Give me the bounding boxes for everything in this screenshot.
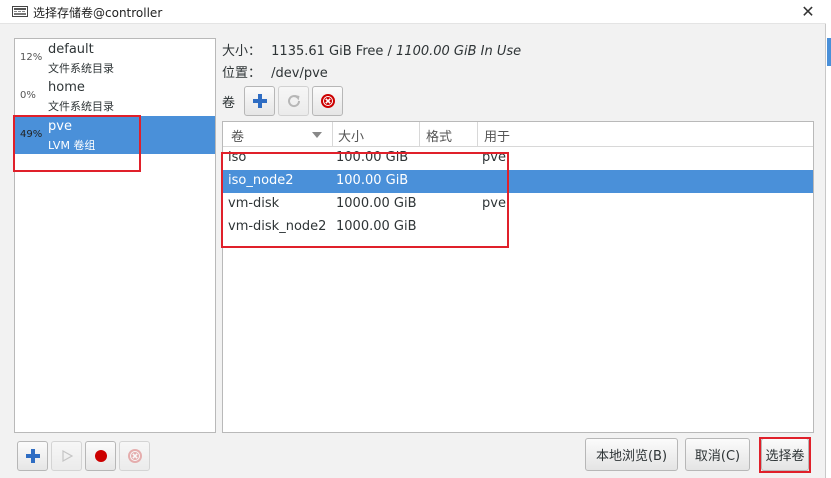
delete-pool-button[interactable] bbox=[119, 441, 150, 471]
background-selection bbox=[827, 38, 831, 66]
plus-icon bbox=[25, 449, 40, 463]
column-divider bbox=[332, 122, 333, 147]
pool-type: 文件系统目录 bbox=[48, 100, 114, 113]
column-divider bbox=[419, 122, 420, 147]
pool-location-line: 位置： /dev/pve bbox=[222, 62, 328, 81]
size-label: 大小： bbox=[222, 44, 262, 59]
column-divider bbox=[477, 122, 478, 147]
pool-item-pve[interactable]: 49% pve LVM 卷组 bbox=[15, 116, 215, 154]
add-pool-button[interactable] bbox=[17, 441, 48, 471]
pool-type: LVM 卷组 bbox=[48, 139, 96, 152]
volume-used-by: pve bbox=[482, 196, 506, 211]
volume-table[interactable]: 卷 大小 格式 用于 iso 100.00 GiB pve iso_node2 … bbox=[222, 121, 814, 433]
pool-usage-percent: 12% bbox=[20, 52, 43, 63]
volume-size: 1000.00 GiB bbox=[336, 196, 417, 211]
pool-item-home[interactable]: 0% home 文件系统目录 bbox=[15, 77, 215, 115]
pool-usage-percent: 0% bbox=[20, 90, 36, 101]
volume-name: iso bbox=[228, 150, 247, 165]
volume-name: iso_node2 bbox=[228, 173, 294, 188]
volume-used-by: pve bbox=[482, 150, 506, 165]
background-window-edge bbox=[827, 0, 831, 478]
table-row[interactable]: iso_node2 100.00 GiB bbox=[223, 170, 813, 193]
pool-item-default[interactable]: 12% default 文件系统目录 bbox=[15, 39, 215, 77]
column-header-size[interactable]: 大小 bbox=[338, 126, 364, 145]
title-bar[interactable]: 选择存储卷@controller ✕ bbox=[0, 0, 826, 24]
column-header-volume[interactable]: 卷 bbox=[231, 126, 244, 145]
close-button[interactable]: ✕ bbox=[798, 2, 818, 22]
pool-name: home bbox=[48, 80, 85, 95]
browse-local-button[interactable]: 本地浏览(B) bbox=[585, 438, 678, 471]
location-label: 位置： bbox=[222, 66, 262, 81]
volume-size: 1000.00 GiB bbox=[336, 219, 417, 234]
column-header-format[interactable]: 格式 bbox=[426, 126, 452, 145]
refresh-volumes-button[interactable] bbox=[278, 86, 309, 116]
choose-volume-button[interactable]: 选择卷 bbox=[761, 438, 809, 471]
pool-size-line: 大小： 1135.61 GiB Free / 1100.00 GiB In Us… bbox=[222, 40, 521, 59]
sort-descending-icon bbox=[312, 132, 322, 138]
play-icon bbox=[61, 450, 73, 462]
table-row[interactable]: vm-disk 1000.00 GiB pve bbox=[223, 193, 813, 216]
pool-type: 文件系统目录 bbox=[48, 62, 114, 75]
volume-size: 100.00 GiB bbox=[336, 173, 409, 188]
window-title: 选择存储卷@controller bbox=[33, 6, 163, 20]
location-value: /dev/pve bbox=[271, 66, 328, 81]
delete-icon bbox=[320, 94, 335, 108]
volume-name: vm-disk_node2 bbox=[228, 219, 327, 234]
column-header-used-by[interactable]: 用于 bbox=[484, 126, 510, 145]
add-volume-button[interactable] bbox=[244, 86, 275, 116]
size-used: 1100.00 GiB In Use bbox=[396, 44, 522, 59]
plus-icon bbox=[252, 94, 267, 108]
size-free: 1135.61 GiB Free / bbox=[271, 44, 392, 59]
stop-icon bbox=[94, 450, 107, 462]
refresh-icon bbox=[287, 95, 300, 108]
pool-name: pve bbox=[48, 119, 72, 134]
delete-icon bbox=[127, 449, 142, 463]
volume-name: vm-disk bbox=[228, 196, 280, 211]
delete-volume-button[interactable] bbox=[312, 86, 343, 116]
table-row[interactable]: iso 100.00 GiB pve bbox=[223, 147, 813, 170]
cancel-button[interactable]: 取消(C) bbox=[685, 438, 750, 471]
volume-table-header: 卷 大小 格式 用于 bbox=[223, 122, 813, 147]
volume-size: 100.00 GiB bbox=[336, 150, 409, 165]
stop-pool-button[interactable] bbox=[85, 441, 116, 471]
virt-manager-icon bbox=[12, 6, 28, 17]
pool-usage-percent: 49% bbox=[20, 129, 43, 140]
pool-name: default bbox=[48, 42, 94, 57]
storage-pool-list[interactable]: 12% default 文件系统目录 0% home 文件系统目录 49% pv… bbox=[14, 38, 216, 433]
volumes-label: 卷 bbox=[222, 96, 236, 111]
dialog-window: 选择存储卷@controller ✕ 12% default 文件系统目录 0%… bbox=[0, 0, 826, 478]
start-pool-button[interactable] bbox=[51, 441, 82, 471]
table-row[interactable]: vm-disk_node2 1000.00 GiB bbox=[223, 216, 813, 239]
